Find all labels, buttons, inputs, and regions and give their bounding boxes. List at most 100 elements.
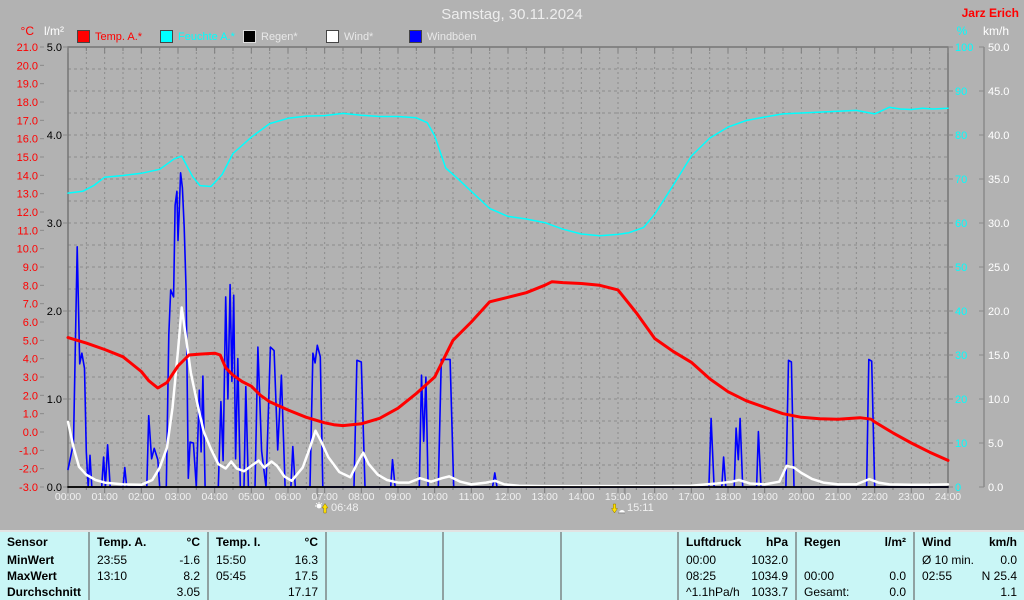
table-cell: ^1.1hPa/h 1033.7 <box>677 584 795 600</box>
humidity-axis-label: 40 <box>955 306 967 318</box>
table-row-label: MaxWert <box>0 568 88 584</box>
humidity-axis-label: 80 <box>955 130 967 142</box>
sunset-icon <box>611 503 625 514</box>
rain-axis-label: 3.0 <box>47 218 62 230</box>
table-cell-text: 23:55 <box>97 553 128 567</box>
table-cell: 17.17 <box>207 584 325 600</box>
table-cell: 3.05 <box>88 584 207 600</box>
table-cell: 02:55 N 25.4 <box>913 568 1024 584</box>
x-axis-label: 13:00 <box>532 491 558 503</box>
table-cell-value: km/h <box>988 535 1017 549</box>
temp-axis-label: 17.0 <box>17 115 38 127</box>
table-cell-text: MaxWert <box>7 569 57 583</box>
table-cell-value: 17.17 <box>287 585 318 599</box>
x-axis-label: 00:00 <box>55 491 81 503</box>
table-cell <box>442 568 560 584</box>
humidity-axis-label: 90 <box>955 86 967 98</box>
table-cell: 13:10 8.2 <box>88 568 207 584</box>
humidity-axis-label: 30 <box>955 350 967 362</box>
temp-axis-label: 21.0 <box>17 42 38 54</box>
table-cell-value: N 25.4 <box>981 569 1017 583</box>
table-cell-text: Sensor <box>7 535 48 549</box>
temp-axis-label: 4.0 <box>23 354 38 366</box>
table-row-label: MinWert <box>0 552 88 568</box>
series-wind <box>67 172 949 488</box>
table-cell: 08:25 1034.9 <box>677 568 795 584</box>
table-header <box>560 532 677 552</box>
table-cell <box>560 584 677 600</box>
wind-axis-label: 15.0 <box>988 350 1009 362</box>
table-cell: 23:55 -1.6 <box>88 552 207 568</box>
table-cell: 00:00 1032.0 <box>677 552 795 568</box>
table-cell <box>560 568 677 584</box>
temp-axis-label: 14.0 <box>17 170 38 182</box>
wind-axis-label: 40.0 <box>988 130 1009 142</box>
temp-axis-label: 20.0 <box>17 60 38 72</box>
humidity-axis-label: 60 <box>955 218 967 230</box>
sunrise-icon <box>315 502 329 514</box>
rain-axis-label: 4.0 <box>47 130 62 142</box>
wind-axis-label: 50.0 <box>988 42 1009 54</box>
rain-axis-label: 2.0 <box>47 306 62 318</box>
x-axis-label: 22:00 <box>862 491 888 503</box>
table-cell <box>442 552 560 568</box>
table-cell-text: Luftdruck <box>686 535 742 549</box>
temp-axis-label: 7.0 <box>23 299 38 311</box>
table-cell-value: hPa <box>765 535 788 549</box>
table-cell-text: 13:10 <box>97 569 128 583</box>
table-row-label: Durchschnitt <box>0 584 88 600</box>
x-axis-label: 02:00 <box>128 491 154 503</box>
table-cell-value: 1032.0 <box>751 553 788 567</box>
x-axis-label: 17:00 <box>678 491 704 503</box>
temp-axis-label: 11.0 <box>17 225 38 237</box>
wind-axis-label: 10.0 <box>988 394 1009 406</box>
sunrise-marker: 06:48 <box>315 502 359 514</box>
temp-axis-label: 10.0 <box>17 244 38 256</box>
table-cell-text: Ø 10 min. <box>922 553 975 567</box>
table-cell-value: 1033.7 <box>751 585 788 599</box>
table-cell-text: Temp. I. <box>216 535 261 549</box>
table-cell <box>560 552 677 568</box>
table-cell-value: l/m² <box>884 535 906 549</box>
wind-axis-label: 30.0 <box>988 218 1009 230</box>
x-axis-label: 12:00 <box>495 491 521 503</box>
x-axis-label: 04:00 <box>202 491 228 503</box>
x-axis-label: 05:00 <box>238 491 264 503</box>
table-cell-value: 0.0 <box>889 569 906 583</box>
table-cell-value: 3.05 <box>176 585 200 599</box>
temp-axis-label: 19.0 <box>17 79 38 91</box>
x-axis-label: 11:00 <box>459 491 485 503</box>
x-axis-label: 21:00 <box>825 491 851 503</box>
sunset-time: 15:11 <box>627 502 654 514</box>
humidity-axis-label: 10 <box>955 438 967 450</box>
x-axis-label: 06:00 <box>275 491 301 503</box>
table-cell <box>795 552 913 568</box>
humidity-axis-label: 50 <box>955 262 967 274</box>
table-cell: Ø 10 min. 0.0 <box>913 552 1024 568</box>
temp-axis-label: 0.0 <box>23 427 38 439</box>
table-cell-value: -1.6 <box>179 553 200 567</box>
table-cell-text: Temp. A. <box>97 535 147 549</box>
table-cell-text: 08:25 <box>686 569 717 583</box>
temp-axis-label: 12.0 <box>17 207 38 219</box>
x-axis-label: 18:00 <box>715 491 741 503</box>
table-cell <box>325 584 442 600</box>
table-cell-text: Wind <box>922 535 952 549</box>
x-axis-label: 14:00 <box>568 491 594 503</box>
temp-axis-label: 15.0 <box>17 152 38 164</box>
table-cell-text: MinWert <box>7 553 55 567</box>
table-header: Temp. A. °C <box>88 532 207 552</box>
temp-axis-label: 6.0 <box>23 317 38 329</box>
humidity-axis-label: 20 <box>955 394 967 406</box>
temp-axis-label: 5.0 <box>23 335 38 347</box>
table-cell-value: 0.0 <box>1000 553 1017 567</box>
table-cell-text: 05:45 <box>216 569 247 583</box>
x-axis-label: 10:00 <box>422 491 448 503</box>
table-header: Temp. I. °C <box>207 532 325 552</box>
table-header-sensor: Sensor <box>0 532 88 552</box>
x-axis-label: 24:00 <box>935 491 961 503</box>
table-cell-value: 0.0 <box>889 585 906 599</box>
temp-axis-label: -2.0 <box>19 464 38 476</box>
table-cell <box>325 552 442 568</box>
sunset-marker: 15:11 <box>611 502 654 514</box>
